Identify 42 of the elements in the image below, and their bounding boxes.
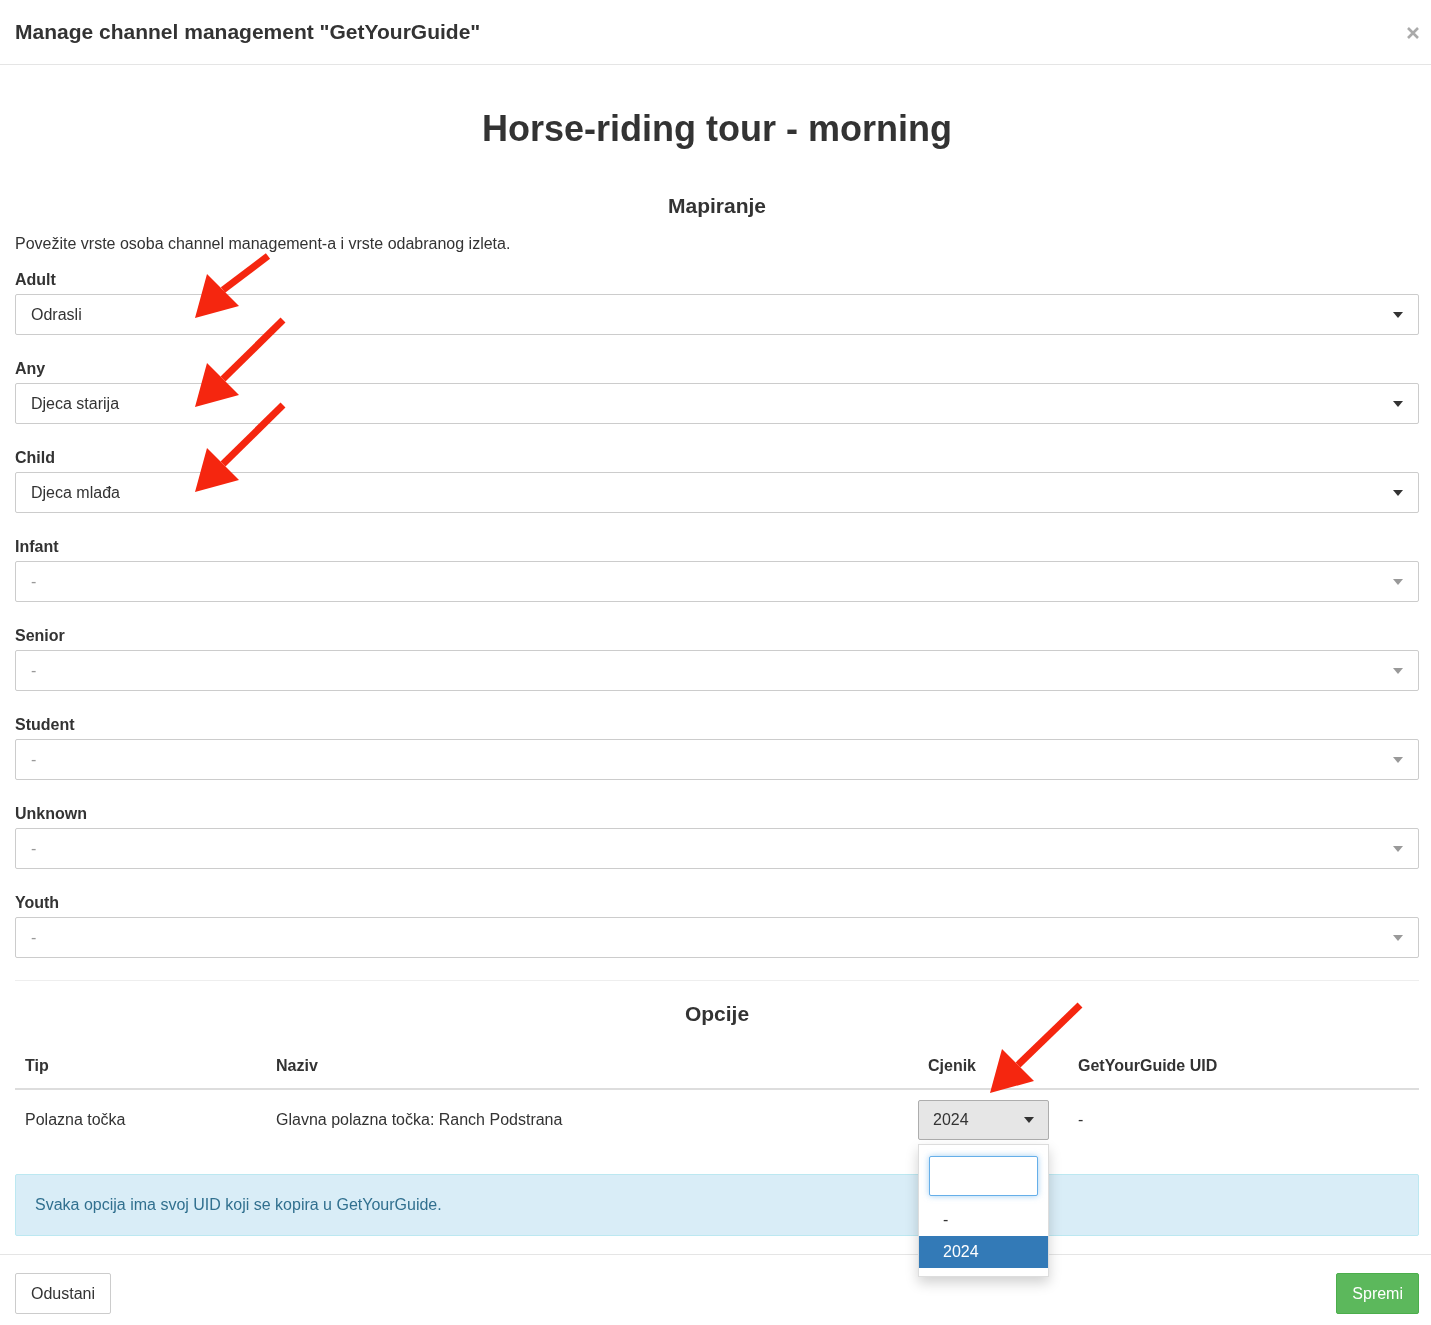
- cancel-button[interactable]: Odustani: [15, 1273, 112, 1315]
- caret-icon: [1393, 934, 1403, 941]
- select-field[interactable]: -: [15, 828, 1419, 870]
- caret-icon: [1393, 756, 1403, 763]
- search-field[interactable]: [929, 1156, 1038, 1197]
- caret-icon: [1393, 845, 1403, 852]
- select-field[interactable]: -: [15, 561, 1419, 603]
- dropdown-option[interactable]: -: [919, 1204, 1048, 1237]
- select-field[interactable]: Djeca starija: [15, 383, 1419, 425]
- section-heading: Opcije: [683, 1001, 751, 1027]
- column-header: Naziv: [266, 1054, 918, 1090]
- caret-icon: [1393, 400, 1403, 407]
- caret-icon: [1393, 311, 1403, 318]
- select-field[interactable]: -: [15, 739, 1419, 781]
- table-cell: Glavna polazna točka: Ranch Podstrana: [266, 1089, 918, 1151]
- field-label: Unknown: [15, 804, 88, 823]
- modal-title: Manage channel management "GetYourGuide": [15, 19, 481, 45]
- field-label: Infant: [15, 537, 60, 556]
- column-header: GetYourGuide UID: [1068, 1054, 1419, 1090]
- select-field[interactable]: -: [15, 650, 1419, 692]
- field-label: Youth: [15, 893, 61, 912]
- intro-text: Povežite vrste osoba channel management-a i vrste odabranog izleta.: [15, 234, 512, 255]
- select-field[interactable]: Djeca mlađa: [15, 472, 1419, 514]
- caret-icon: [1393, 667, 1403, 674]
- select-field[interactable]: -: [15, 917, 1419, 959]
- caret-icon: [1393, 489, 1403, 496]
- field-label: Adult: [15, 270, 57, 289]
- section-heading: Mapiranje: [667, 193, 767, 219]
- select-field[interactable]: Odrasli: [15, 294, 1419, 336]
- table-cell: -: [1068, 1089, 1419, 1151]
- tour-heading: Horse-riding tour - morning: [481, 107, 953, 151]
- dropdown-option[interactable]: 2024: [919, 1236, 1048, 1269]
- pricelist-select[interactable]: 2024: [918, 1100, 1049, 1141]
- save-button[interactable]: Spremi: [1336, 1273, 1419, 1315]
- field-label: Senior: [15, 626, 66, 645]
- field-label: Student: [15, 715, 76, 734]
- field-label: Any: [15, 359, 47, 378]
- caret-icon: [1024, 1117, 1034, 1124]
- field-label: Child: [15, 448, 56, 467]
- column-header: Tip: [15, 1054, 266, 1090]
- table-cell: Polazna točka: [15, 1089, 266, 1151]
- caret-icon: [1393, 578, 1403, 585]
